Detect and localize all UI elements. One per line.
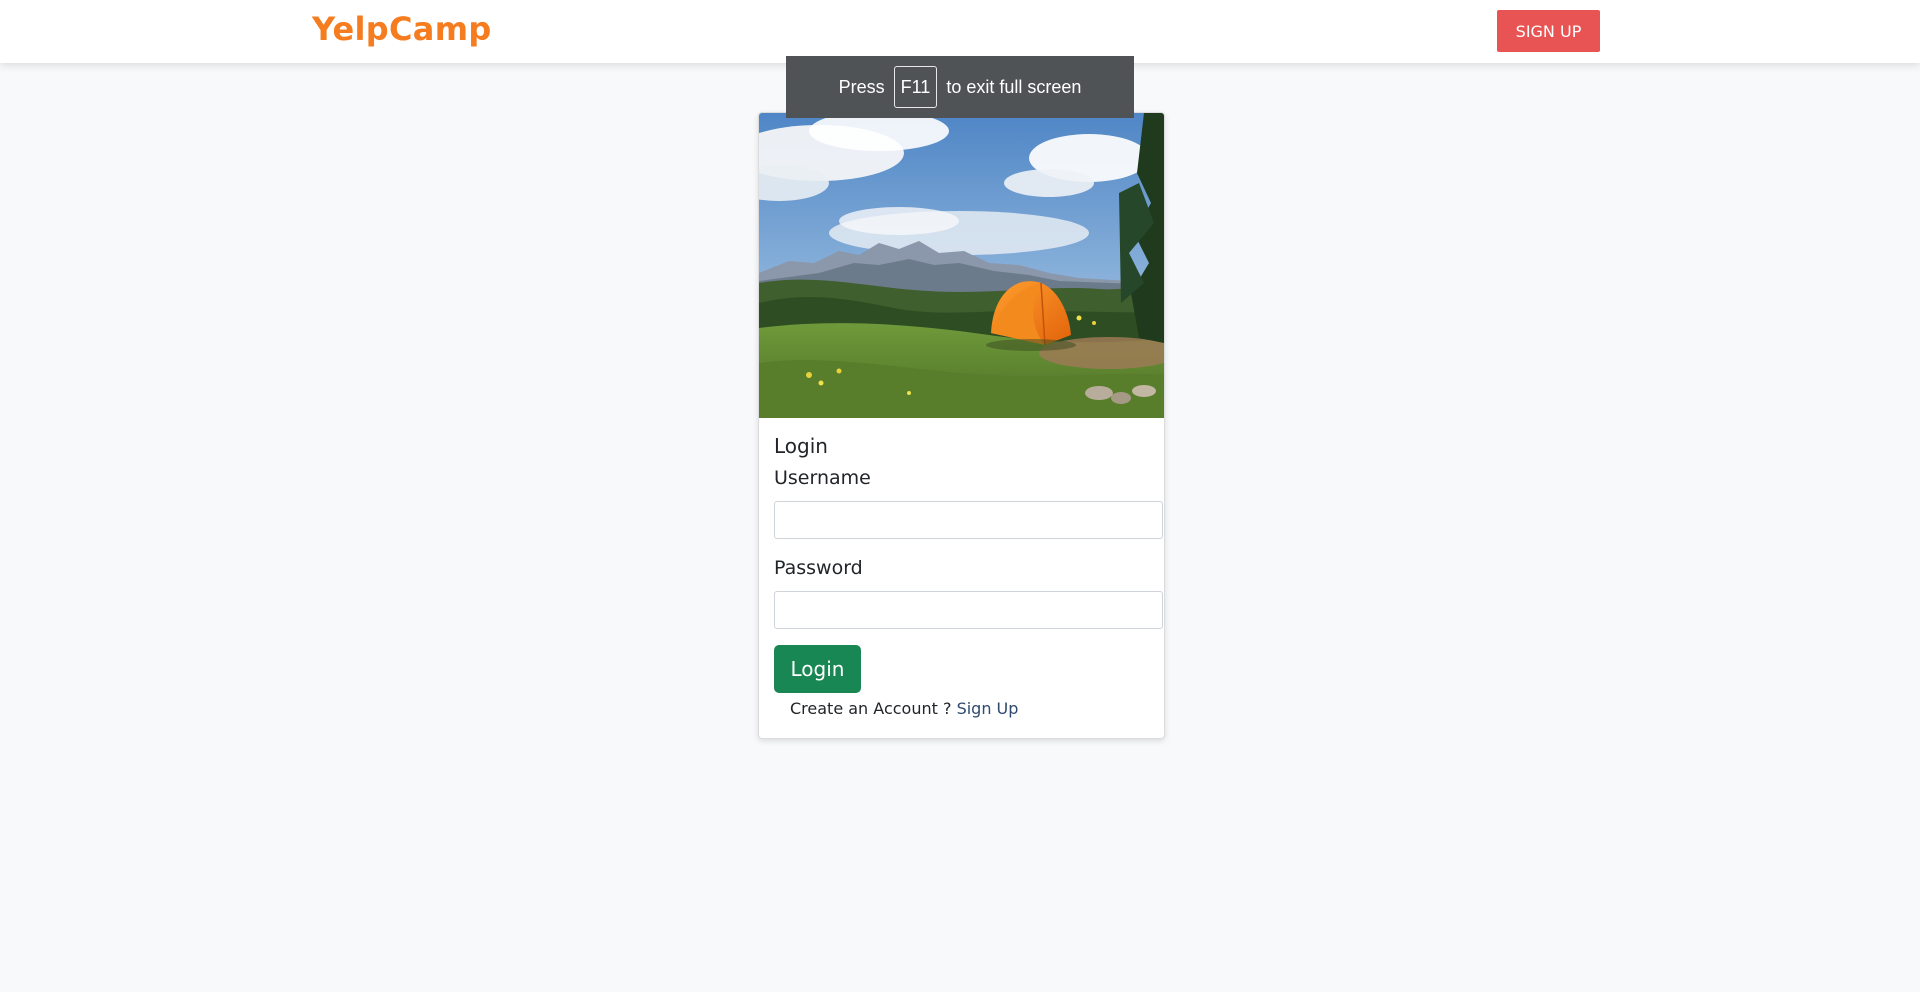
signup-button[interactable]: SIGN UP (1497, 10, 1600, 52)
signup-link[interactable]: Sign Up (957, 699, 1019, 718)
top-navbar: YelpCamp SIGN UP (0, 0, 1920, 63)
login-button[interactable]: Login (774, 645, 861, 693)
username-input[interactable] (774, 501, 1163, 539)
fullscreen-notice-suffix: to exit full screen (946, 76, 1082, 97)
login-card-title: Login (774, 434, 828, 458)
create-account-line: Create an Account ? Sign Up (790, 699, 1018, 718)
brand-logo[interactable]: YelpCamp (312, 10, 492, 48)
fullscreen-exit-notice: Press F11 to exit full screen (786, 56, 1134, 118)
f11-key-hint: F11 (893, 66, 938, 108)
campground-photo (759, 113, 1164, 418)
username-label: Username (774, 467, 871, 489)
fullscreen-notice-prefix: Press (838, 76, 885, 97)
password-label: Password (774, 557, 863, 579)
password-input[interactable] (774, 591, 1163, 629)
create-account-prompt: Create an Account ? (790, 699, 952, 718)
login-card: Login Username Password Login Create an … (758, 112, 1165, 739)
